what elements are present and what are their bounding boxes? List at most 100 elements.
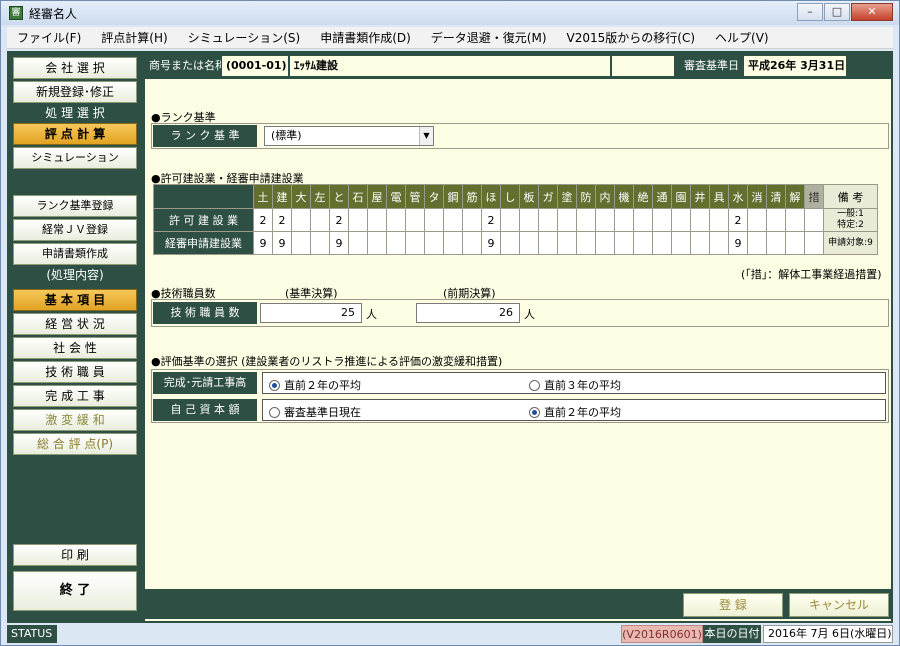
license-cell[interactable]: 9 (481, 231, 501, 255)
license-cell[interactable]: 9 (272, 231, 292, 255)
license-cell[interactable] (595, 231, 615, 255)
license-col-header: 絶 (633, 184, 653, 209)
simulation-button[interactable]: シミュレーション (13, 147, 137, 169)
license-cell[interactable]: 2 (272, 208, 292, 232)
equity-current-radio[interactable]: 審査基準日現在 (269, 404, 361, 420)
prev-engineers-input[interactable]: 26 (416, 303, 520, 323)
basic-items-button[interactable]: 基 本 項 目 (13, 289, 137, 311)
license-cell[interactable]: 9 (728, 231, 748, 255)
license-cell[interactable]: 2 (253, 208, 273, 232)
license-cell[interactable] (310, 231, 330, 255)
menu-score[interactable]: 評点計算(H) (91, 29, 177, 46)
completed-sales-2yr-radio[interactable]: 直前２年の平均 (269, 377, 361, 393)
license-cell[interactable] (671, 208, 691, 232)
license-cell[interactable] (614, 208, 634, 232)
rank-register-button[interactable]: ランク基準登録 (13, 195, 137, 217)
exit-button[interactable]: 終 了 (13, 571, 137, 611)
license-cell[interactable] (690, 231, 710, 255)
license-cell[interactable] (747, 208, 767, 232)
license-cell[interactable] (766, 208, 786, 232)
license-cell[interactable] (614, 231, 634, 255)
license-cell[interactable] (424, 208, 444, 232)
main-window: 審 経審名人 – □ ✕ ファイル(F) 評点計算(H) シミュレーション(S)… (0, 0, 900, 646)
license-cell[interactable] (405, 231, 425, 255)
documents-create-button[interactable]: 申請書類作成 (13, 243, 137, 265)
new-register-button[interactable]: 新規登録･修正 (13, 81, 137, 103)
license-cell[interactable] (633, 208, 653, 232)
license-cell[interactable]: 9 (253, 231, 273, 255)
header-spacer (611, 55, 675, 77)
license-cell[interactable] (386, 208, 406, 232)
license-cell[interactable] (595, 208, 615, 232)
total-score-button[interactable]: 総 合 評 点(P) (13, 433, 137, 455)
license-cell[interactable] (785, 208, 805, 232)
menu-backup[interactable]: データ退避・復元(M) (421, 29, 557, 46)
license-cell[interactable] (538, 231, 558, 255)
register-button[interactable]: 登 録 (683, 593, 783, 617)
license-cell[interactable]: 2 (329, 208, 349, 232)
license-cell[interactable] (405, 208, 425, 232)
license-cell[interactable] (291, 231, 311, 255)
chevron-down-icon[interactable]: ▼ (419, 127, 433, 145)
license-cell[interactable] (424, 231, 444, 255)
license-cell[interactable] (367, 208, 387, 232)
license-cell[interactable] (709, 208, 729, 232)
license-cell[interactable] (671, 231, 691, 255)
license-cell[interactable] (310, 208, 330, 232)
rank-select[interactable]: (標準) ▼ (264, 126, 434, 146)
license-cell[interactable] (538, 208, 558, 232)
license-cell[interactable] (785, 231, 805, 255)
license-cell[interactable] (519, 208, 539, 232)
license-cell[interactable] (747, 231, 767, 255)
license-cell[interactable] (804, 208, 824, 232)
print-button[interactable]: 印 刷 (13, 544, 137, 566)
license-cell[interactable] (557, 231, 577, 255)
social-button[interactable]: 社 会 性 (13, 337, 137, 359)
license-cell[interactable] (462, 231, 482, 255)
menu-file[interactable]: ファイル(F) (7, 29, 91, 46)
menu-help[interactable]: ヘルプ(V) (705, 29, 779, 46)
license-cell[interactable] (557, 208, 577, 232)
license-cell[interactable]: 2 (728, 208, 748, 232)
business-status-button[interactable]: 経 営 状 況 (13, 313, 137, 335)
license-cell[interactable] (690, 208, 710, 232)
engineers-button[interactable]: 技 術 職 員 (13, 361, 137, 383)
menu-simulation[interactable]: シミュレーション(S) (178, 29, 311, 46)
license-cell[interactable] (576, 231, 596, 255)
license-cell[interactable] (709, 231, 729, 255)
license-cell[interactable] (804, 231, 824, 255)
completed-work-button[interactable]: 完 成 工 事 (13, 385, 137, 407)
license-cell[interactable] (652, 208, 672, 232)
license-cell[interactable] (519, 231, 539, 255)
license-cell[interactable] (652, 231, 672, 255)
license-cell[interactable] (500, 231, 520, 255)
equity-2yr-radio[interactable]: 直前２年の平均 (529, 404, 621, 420)
license-cell[interactable] (443, 231, 463, 255)
license-cell[interactable]: 2 (481, 208, 501, 232)
jv-register-button[interactable]: 経常ＪＶ登録 (13, 219, 137, 241)
completed-sales-3yr-radio[interactable]: 直前３年の平均 (529, 377, 621, 393)
maximize-button[interactable]: □ (824, 3, 850, 21)
license-cell[interactable] (462, 208, 482, 232)
score-calc-button[interactable]: 評 点 計 算 (13, 123, 137, 145)
company-code: (0001-01) (221, 55, 289, 77)
menu-migrate[interactable]: V2015版からの移行(C) (557, 29, 706, 46)
license-cell[interactable] (576, 208, 596, 232)
mitigation-button[interactable]: 激 変 緩 和 (13, 409, 137, 431)
license-cell[interactable] (443, 208, 463, 232)
cancel-button[interactable]: キャンセル (789, 593, 889, 617)
license-cell[interactable] (633, 231, 653, 255)
license-cell[interactable] (291, 208, 311, 232)
license-cell[interactable] (367, 231, 387, 255)
base-engineers-input[interactable]: 25 (260, 303, 362, 323)
minimize-button[interactable]: – (797, 3, 823, 21)
license-cell[interactable] (386, 231, 406, 255)
license-cell[interactable] (500, 208, 520, 232)
close-button[interactable]: ✕ (851, 3, 893, 21)
license-cell[interactable] (766, 231, 786, 255)
license-cell[interactable] (348, 231, 368, 255)
menu-documents[interactable]: 申請書類作成(D) (310, 29, 421, 46)
company-select-button[interactable]: 会 社 選 択 (13, 57, 137, 79)
license-cell[interactable]: 9 (329, 231, 349, 255)
license-cell[interactable] (348, 208, 368, 232)
